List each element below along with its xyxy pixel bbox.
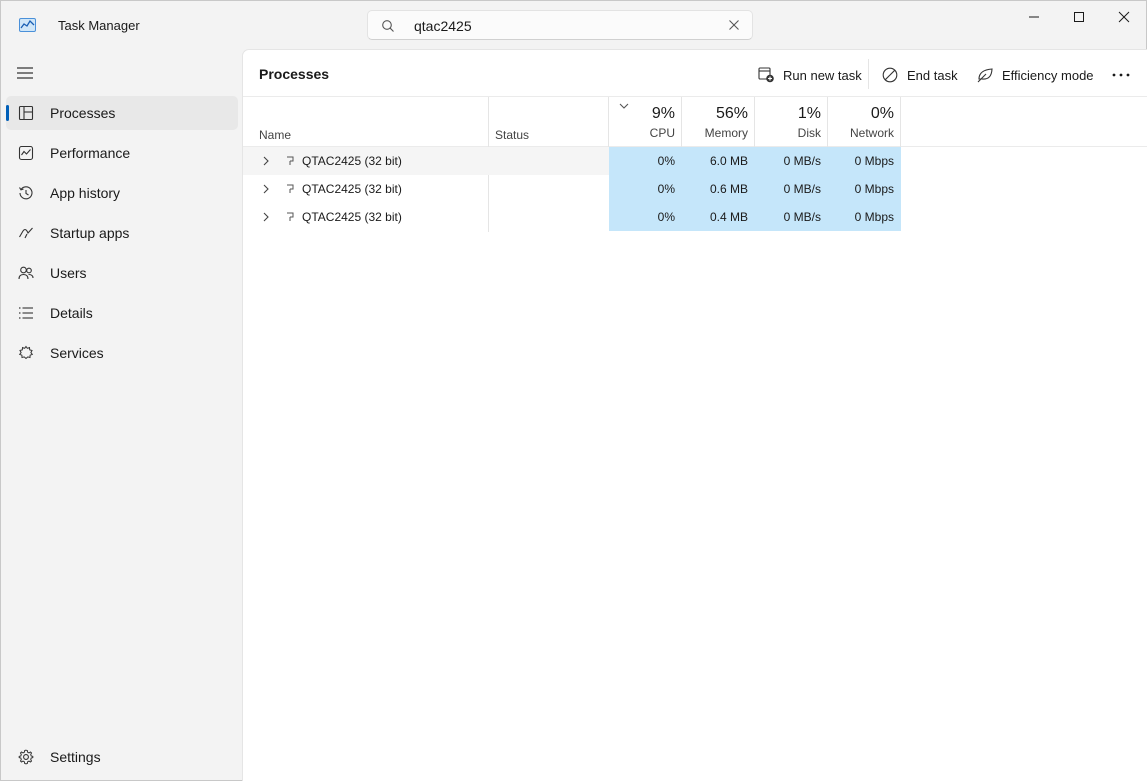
process-icon xyxy=(287,156,294,165)
settings-gear-icon xyxy=(18,749,34,765)
search-input[interactable]: qtac2425 xyxy=(414,18,472,34)
process-name: QTAC2425 (32 bit) xyxy=(302,154,402,168)
sidebar-item-details[interactable]: Details xyxy=(6,296,238,330)
minimize-button[interactable] xyxy=(1011,1,1057,33)
column-header-status[interactable]: Status xyxy=(495,128,529,142)
services-icon xyxy=(18,345,34,360)
task-manager-window: Task Manager qtac2425 Processes Performa… xyxy=(0,0,1147,781)
maximize-button[interactable] xyxy=(1056,1,1102,33)
run-new-task-icon xyxy=(758,67,774,83)
title-bar: Task Manager qtac2425 xyxy=(1,1,1146,49)
expand-chevron-icon[interactable] xyxy=(262,184,270,194)
sidebar-item-label: Processes xyxy=(50,105,116,121)
hamburger-icon xyxy=(17,67,33,79)
task-manager-app-icon xyxy=(19,18,36,32)
sidebar-item-label: Settings xyxy=(50,749,101,765)
disk-cell: 0 MB/s xyxy=(755,147,828,175)
column-header-memory[interactable]: 56% Memory xyxy=(682,105,748,140)
process-icon xyxy=(287,184,294,193)
active-indicator xyxy=(6,105,9,121)
efficiency-mode-button[interactable]: Efficiency mode xyxy=(977,65,1094,85)
end-task-label: End task xyxy=(907,67,958,83)
network-cell: 0 Mbps xyxy=(828,175,901,203)
process-name: QTAC2425 (32 bit) xyxy=(302,182,402,196)
sidebar-item-label: Services xyxy=(50,345,104,361)
memory-total-percent: 56% xyxy=(715,105,748,122)
sidebar-item-app-history[interactable]: App history xyxy=(6,176,238,210)
end-task-button[interactable]: End task xyxy=(882,65,958,85)
memory-cell: 6.0 MB xyxy=(682,147,755,175)
process-row[interactable]: QTAC2425 (32 bit) 0% 0.4 MB 0 MB/s 0 Mbp… xyxy=(243,203,901,231)
sidebar-item-settings[interactable]: Settings xyxy=(6,740,238,774)
more-options-icon xyxy=(1112,73,1130,77)
app-history-icon xyxy=(19,186,33,200)
sidebar-item-performance[interactable]: Performance xyxy=(6,136,238,170)
main-header: Processes Run new task End task Efficien… xyxy=(243,50,1147,97)
close-icon xyxy=(1118,11,1130,23)
sidebar-item-processes[interactable]: Processes xyxy=(6,96,238,130)
column-header-disk[interactable]: 1% Disk xyxy=(755,105,821,140)
more-options-button[interactable] xyxy=(1112,65,1138,85)
main-panel: Processes Run new task End task Efficien… xyxy=(242,49,1147,781)
performance-icon xyxy=(18,145,34,161)
clear-search-icon[interactable] xyxy=(728,19,740,31)
network-column-label: Network xyxy=(849,126,894,140)
efficiency-mode-leaf-icon xyxy=(977,68,993,83)
run-new-task-label: Run new task xyxy=(783,67,862,83)
sidebar-item-label: Users xyxy=(50,265,87,281)
column-header-cpu[interactable]: 9% CPU xyxy=(609,105,675,140)
network-cell: 0 Mbps xyxy=(828,147,901,175)
maximize-icon xyxy=(1074,12,1084,22)
column-divider xyxy=(900,97,901,147)
page-title: Processes xyxy=(259,66,330,82)
details-icon xyxy=(19,307,33,319)
disk-cell: 0 MB/s xyxy=(755,175,828,203)
sidebar-item-label: Details xyxy=(50,305,93,321)
disk-column-label: Disk xyxy=(797,126,821,140)
cpu-cell: 0% xyxy=(609,175,682,203)
sidebar-item-label: Performance xyxy=(50,145,131,161)
cpu-cell: 0% xyxy=(609,147,682,175)
users-icon xyxy=(18,266,34,280)
table-header: Name Status 9% CPU 56% Memory 1% Disk 0%… xyxy=(243,97,1147,232)
memory-column-label: Memory xyxy=(704,126,748,140)
processes-icon xyxy=(18,105,34,121)
sidebar-item-startup-apps[interactable]: Startup apps xyxy=(6,216,238,250)
cpu-column-label: CPU xyxy=(649,126,675,140)
startup-apps-icon xyxy=(19,227,33,239)
minimize-icon xyxy=(1029,16,1039,18)
cpu-cell: 0% xyxy=(609,203,682,231)
column-header-network[interactable]: 0% Network xyxy=(828,105,894,140)
sidebar-item-label: Startup apps xyxy=(50,225,130,241)
disk-total-percent: 1% xyxy=(797,105,821,122)
network-cell: 0 Mbps xyxy=(828,203,901,231)
search-box[interactable]: qtac2425 xyxy=(367,10,753,40)
sidebar-item-label: App history xyxy=(50,185,121,201)
expand-chevron-icon[interactable] xyxy=(262,212,270,222)
expand-chevron-icon[interactable] xyxy=(262,156,270,166)
sidebar: Processes Performance App history Startu… xyxy=(1,49,242,780)
memory-cell: 0.6 MB xyxy=(682,175,755,203)
sidebar-item-users[interactable]: Users xyxy=(6,256,238,290)
process-row[interactable]: QTAC2425 (32 bit) 0% 0.6 MB 0 MB/s 0 Mbp… xyxy=(243,175,901,203)
disk-cell: 0 MB/s xyxy=(755,203,828,231)
search-icon xyxy=(382,20,394,32)
close-button[interactable] xyxy=(1101,1,1147,33)
memory-cell: 0.4 MB xyxy=(682,203,755,231)
process-row[interactable]: QTAC2425 (32 bit) 0% 6.0 MB 0 MB/s 0 Mbp… xyxy=(243,147,901,175)
cpu-total-percent: 9% xyxy=(651,105,675,122)
process-name: QTAC2425 (32 bit) xyxy=(302,210,402,224)
sidebar-item-services[interactable]: Services xyxy=(6,336,238,370)
run-new-task-button[interactable]: Run new task xyxy=(758,65,862,85)
app-title: Task Manager xyxy=(58,18,140,33)
hamburger-menu-button[interactable] xyxy=(17,62,35,84)
efficiency-mode-label: Efficiency mode xyxy=(1002,67,1094,83)
process-icon xyxy=(287,212,294,221)
end-task-icon xyxy=(882,67,898,83)
column-header-name[interactable]: Name xyxy=(259,128,291,142)
network-total-percent: 0% xyxy=(870,105,894,122)
toolbar-divider xyxy=(868,59,869,89)
